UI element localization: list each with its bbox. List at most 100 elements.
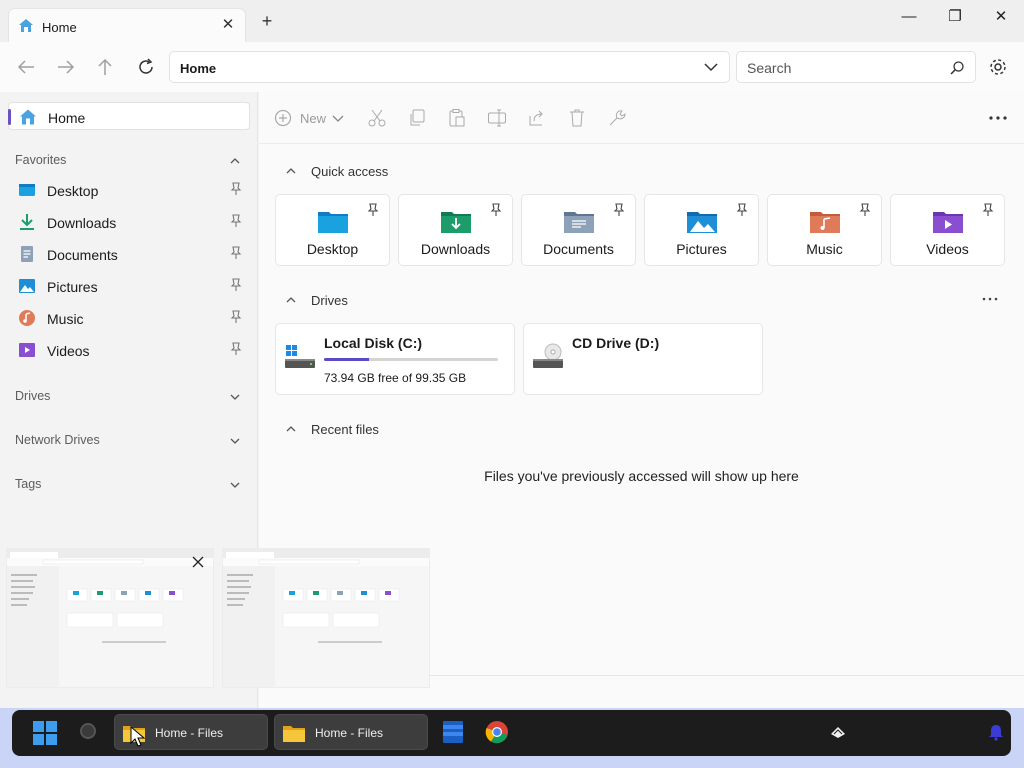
home-icon	[20, 109, 36, 125]
quick-access-label: Desktop	[306, 241, 359, 257]
selection-indicator	[8, 109, 11, 125]
tab-home[interactable]: Home ✕	[8, 8, 246, 42]
close-preview-icon[interactable]	[191, 555, 205, 569]
drive-card-d[interactable]: CD Drive (D:)	[523, 323, 763, 395]
mouse-cursor-icon	[130, 726, 146, 747]
disk-usage-fill	[324, 358, 369, 361]
search-input[interactable]: Search	[736, 51, 976, 83]
quick-access-documents[interactable]: Documents	[521, 194, 636, 266]
pin-icon[interactable]	[859, 203, 871, 217]
music-icon	[19, 310, 35, 326]
paste-icon[interactable]	[447, 108, 467, 128]
notification-bell-icon[interactable]	[988, 723, 1004, 741]
window-preview-image	[223, 549, 429, 687]
pin-icon[interactable]	[230, 246, 242, 260]
maximize-button[interactable]: ❐	[940, 6, 970, 28]
tags-header[interactable]: Tags	[15, 477, 41, 491]
search-icon[interactable]	[949, 60, 965, 76]
pin-icon[interactable]	[982, 203, 994, 217]
address-bar[interactable]: Home	[169, 51, 730, 83]
sidebar-item-home[interactable]: Home	[8, 102, 250, 130]
pin-icon[interactable]	[367, 203, 379, 217]
files-app-icon	[283, 726, 305, 742]
chevron-up-icon[interactable]	[229, 155, 241, 167]
chevron-down-icon[interactable]	[704, 62, 718, 72]
quick-access-videos[interactable]: Videos	[890, 194, 1005, 266]
back-icon[interactable]	[16, 58, 36, 76]
drives-section-header[interactable]: Drives	[311, 293, 348, 308]
drives-header[interactable]: Drives	[15, 389, 50, 403]
chevron-down-icon	[332, 115, 344, 122]
more-options-icon[interactable]	[988, 108, 1008, 128]
recent-files-header[interactable]: Recent files	[311, 422, 379, 437]
quick-access-label: Downloads	[420, 241, 491, 257]
quick-access-downloads[interactable]: Downloads	[398, 194, 513, 266]
search-circle-icon[interactable]	[79, 722, 97, 740]
pin-icon[interactable]	[490, 203, 502, 217]
drive-free-space: 73.94 GB free of 99.35 GB	[324, 371, 467, 385]
sidebar-item-desktop[interactable]: Desktop	[8, 176, 250, 204]
new-tab-button[interactable]: +	[258, 12, 276, 30]
network-drives-header[interactable]: Network Drives	[15, 433, 100, 447]
pin-icon[interactable]	[230, 214, 242, 228]
desktop-icon	[19, 184, 35, 196]
delete-icon[interactable]	[567, 108, 587, 128]
rename-icon[interactable]	[487, 108, 507, 128]
pin-icon[interactable]	[230, 182, 242, 196]
network-icon[interactable]	[829, 724, 847, 740]
window-preview-image	[7, 549, 213, 687]
app-icon-blue[interactable]	[441, 720, 465, 744]
new-label: New	[300, 111, 327, 126]
videos-folder-icon	[933, 212, 963, 233]
share-icon[interactable]	[527, 108, 547, 128]
sidebar-item-videos[interactable]: Videos	[8, 336, 250, 364]
quick-access-pictures[interactable]: Pictures	[644, 194, 759, 266]
close-button[interactable]: ✕	[986, 6, 1016, 28]
chevron-up-icon[interactable]	[285, 165, 297, 177]
sidebar-item-label: Home	[48, 110, 86, 126]
copy-icon[interactable]	[407, 108, 427, 128]
cut-icon[interactable]	[367, 108, 387, 128]
pictures-icon	[19, 279, 35, 293]
chevron-up-icon[interactable]	[285, 294, 297, 306]
new-button[interactable]: New	[274, 108, 346, 128]
forward-icon[interactable]	[56, 58, 76, 76]
pin-icon[interactable]	[230, 342, 242, 356]
quick-access-header[interactable]: Quick access	[311, 164, 388, 179]
quick-access-desktop[interactable]: Desktop	[275, 194, 390, 266]
chevron-down-icon[interactable]	[229, 435, 241, 447]
chevron-down-icon[interactable]	[229, 391, 241, 403]
pin-icon[interactable]	[230, 278, 242, 292]
pin-icon[interactable]	[613, 203, 625, 217]
chevron-down-icon[interactable]	[229, 479, 241, 491]
refresh-icon[interactable]	[136, 57, 156, 77]
pin-icon[interactable]	[736, 203, 748, 217]
minimize-button[interactable]: —	[894, 6, 924, 28]
chrome-icon[interactable]	[485, 720, 509, 744]
sidebar-item-documents[interactable]: Documents	[8, 240, 250, 268]
up-icon[interactable]	[96, 57, 114, 77]
quick-access-music[interactable]: Music	[767, 194, 882, 266]
drive-card-c[interactable]: Local Disk (C:) 73.94 GB free of 99.35 G…	[275, 323, 515, 395]
sidebar-item-downloads[interactable]: Downloads	[8, 208, 250, 236]
address-text: Home	[180, 61, 217, 76]
favorites-header[interactable]: Favorites	[15, 153, 66, 167]
tab-close-icon[interactable]: ✕	[219, 16, 237, 34]
taskbar-window-files-2[interactable]: Home - Files	[274, 714, 428, 750]
disk-usage-bar	[324, 358, 498, 361]
window-preview-1[interactable]	[6, 548, 214, 688]
start-menu-icon[interactable]	[33, 721, 57, 745]
pin-icon[interactable]	[230, 310, 242, 324]
properties-icon[interactable]	[607, 108, 627, 128]
sidebar-item-music[interactable]: Music	[8, 304, 250, 332]
home-icon	[19, 19, 33, 32]
more-options-icon[interactable]	[982, 294, 998, 304]
recent-files-empty-message: Files you've previously accessed will sh…	[484, 468, 799, 484]
sidebar-item-label: Pictures	[47, 279, 98, 295]
quick-access-label: Music	[806, 241, 843, 257]
window-preview-2[interactable]	[222, 548, 430, 688]
quick-access-label: Pictures	[676, 241, 727, 257]
settings-icon[interactable]	[988, 57, 1008, 77]
chevron-up-icon[interactable]	[285, 423, 297, 435]
sidebar-item-pictures[interactable]: Pictures	[8, 272, 250, 300]
